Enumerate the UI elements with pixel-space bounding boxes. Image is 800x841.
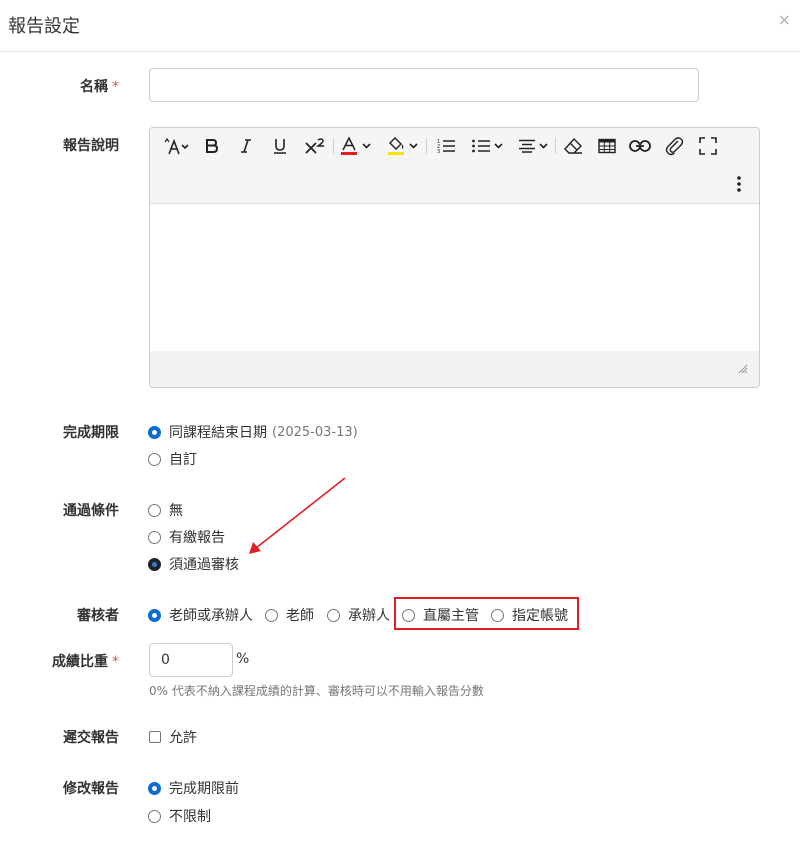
option-note: (2025-03-13) bbox=[272, 424, 358, 440]
option-label: 承辦人 bbox=[348, 608, 390, 624]
option-label: 有繳報告 bbox=[169, 530, 225, 546]
radio-button[interactable] bbox=[148, 809, 161, 823]
resize-grip-icon[interactable] bbox=[738, 364, 748, 374]
option-label: 同課程結束日期 bbox=[169, 425, 267, 441]
percent-sign: % bbox=[236, 651, 250, 667]
eraser-icon[interactable] bbox=[561, 134, 585, 158]
grade-weight-input[interactable]: 0 bbox=[149, 643, 233, 677]
pass-option-submitted[interactable]: 有繳報告 bbox=[148, 527, 225, 547]
name-label-text: 名稱 bbox=[80, 79, 108, 95]
option-label: 須通過審核 bbox=[169, 557, 239, 573]
align-icon[interactable] bbox=[517, 134, 549, 158]
reviewer-option-teacher[interactable]: 老師 bbox=[265, 605, 314, 625]
font-color-icon[interactable] bbox=[337, 134, 373, 158]
svg-text:3: 3 bbox=[437, 149, 440, 154]
option-label: 自訂 bbox=[169, 452, 197, 468]
deadline-option-custom[interactable]: 自訂 bbox=[148, 449, 197, 469]
highlight-color-icon[interactable] bbox=[384, 134, 420, 158]
italic-icon[interactable] bbox=[235, 134, 257, 158]
table-icon[interactable] bbox=[595, 134, 619, 158]
close-icon[interactable]: × bbox=[778, 10, 791, 29]
radio-button[interactable] bbox=[148, 781, 161, 795]
rich-text-editor: 123 bbox=[149, 127, 760, 388]
option-label: 老師或承辦人 bbox=[169, 608, 253, 624]
annotation-highlight-box bbox=[394, 597, 579, 630]
radio-button[interactable] bbox=[148, 530, 161, 544]
option-label: 不限制 bbox=[169, 809, 211, 825]
radio-button[interactable] bbox=[327, 608, 340, 622]
radio-button[interactable] bbox=[148, 425, 161, 439]
toolbar-separator bbox=[555, 138, 556, 154]
grade-weight-help: 0% 代表不納入課程成績的計算、審核時可以不用輸入報告分數 bbox=[149, 684, 484, 698]
radio-button[interactable] bbox=[148, 503, 161, 517]
deadline-label: 完成期限 bbox=[63, 425, 119, 441]
name-input[interactable] bbox=[149, 68, 699, 102]
option-label: 完成期限前 bbox=[169, 781, 239, 797]
option-label: 老師 bbox=[286, 608, 314, 624]
pass-option-approved[interactable]: 須通過審核 bbox=[148, 554, 239, 574]
radio-button[interactable] bbox=[148, 608, 161, 622]
description-label: 報告說明 bbox=[63, 138, 119, 154]
required-mark: * bbox=[112, 79, 119, 95]
editor-toolbar: 123 bbox=[150, 128, 759, 204]
toolbar-separator bbox=[333, 138, 334, 154]
pass-option-none[interactable]: 無 bbox=[148, 500, 183, 520]
modify-option-unlimited[interactable]: 不限制 bbox=[148, 806, 211, 826]
required-mark: * bbox=[112, 654, 119, 670]
attachment-icon[interactable] bbox=[662, 134, 686, 158]
superscript-icon[interactable] bbox=[303, 134, 327, 158]
reviewer-option-organizer[interactable]: 承辦人 bbox=[327, 605, 390, 625]
late-submission-label: 遲交報告 bbox=[63, 730, 119, 746]
grade-weight-label-text: 成績比重 bbox=[52, 654, 108, 670]
modify-option-before-deadline[interactable]: 完成期限前 bbox=[148, 778, 239, 798]
editor-statusbar bbox=[150, 351, 759, 387]
reviewer-option-teacher-or-organizer[interactable]: 老師或承辦人 bbox=[148, 605, 253, 625]
more-icon[interactable] bbox=[729, 172, 749, 196]
checkbox[interactable] bbox=[149, 731, 161, 743]
radio-button[interactable] bbox=[148, 452, 161, 466]
bold-icon[interactable] bbox=[201, 134, 223, 158]
radio-button[interactable] bbox=[148, 557, 161, 571]
dialog-title: 報告設定 bbox=[8, 16, 80, 37]
deadline-option-course-end[interactable]: 同課程結束日期 (2025-03-13) bbox=[148, 422, 358, 442]
unordered-list-icon[interactable] bbox=[469, 134, 505, 158]
reviewer-label: 審核者 bbox=[77, 608, 119, 624]
dialog-header: 報告設定 × bbox=[0, 0, 800, 52]
fullscreen-icon[interactable] bbox=[696, 134, 720, 158]
checkbox-label: 允許 bbox=[169, 730, 197, 746]
editor-content-area[interactable] bbox=[150, 205, 759, 353]
radio-button[interactable] bbox=[265, 608, 278, 622]
pass-condition-label: 通過條件 bbox=[63, 503, 119, 519]
font-size-icon[interactable] bbox=[161, 134, 191, 158]
toolbar-separator bbox=[426, 138, 427, 154]
name-label: 名稱 * bbox=[0, 76, 119, 96]
option-label: 無 bbox=[169, 503, 183, 519]
underline-icon[interactable] bbox=[269, 134, 291, 158]
modify-report-label: 修改報告 bbox=[63, 781, 119, 797]
link-icon[interactable] bbox=[628, 134, 652, 158]
ordered-list-icon[interactable]: 123 bbox=[434, 134, 458, 158]
grade-weight-label: 成績比重 * bbox=[0, 651, 119, 671]
late-submission-allow[interactable]: 允許 bbox=[149, 727, 197, 747]
